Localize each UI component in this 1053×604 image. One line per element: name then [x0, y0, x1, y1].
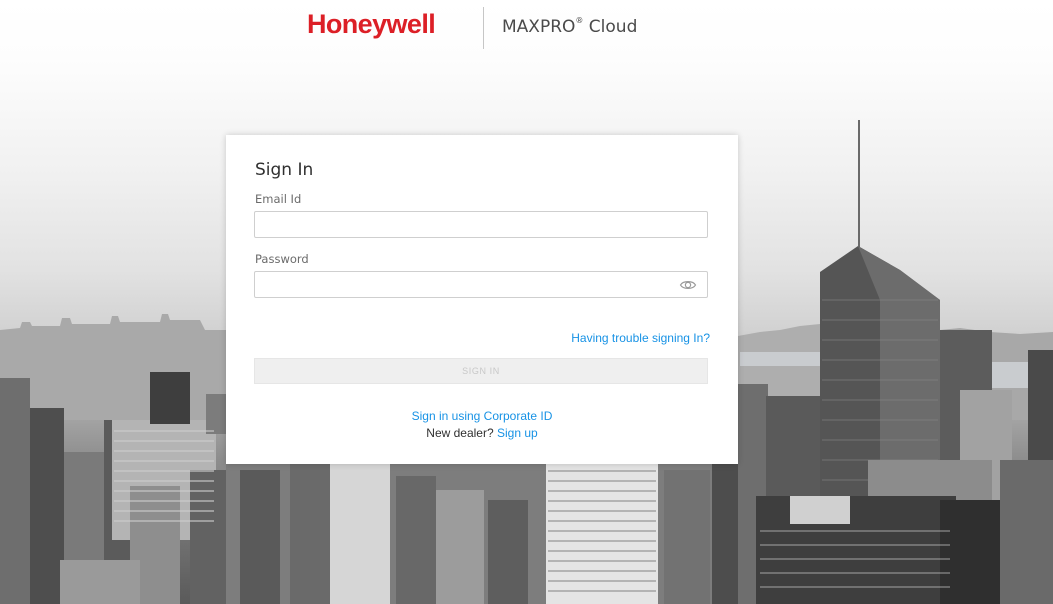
- signin-button[interactable]: SIGN IN: [254, 358, 708, 384]
- registered-mark: ®: [575, 16, 584, 25]
- product-name-suffix: Cloud: [583, 17, 638, 37]
- header-bar: Honeywell MAXPRO® Cloud: [0, 0, 1053, 60]
- password-input[interactable]: [254, 271, 708, 298]
- honeywell-logo: Honeywell: [307, 9, 436, 39]
- new-dealer-text: New dealer?: [426, 426, 497, 440]
- login-page: Honeywell MAXPRO® Cloud Sign In Email Id…: [0, 0, 1053, 604]
- product-name-text: MAXPRO: [502, 17, 576, 37]
- trouble-signing-in-link[interactable]: Having trouble signing In?: [571, 331, 710, 345]
- signin-card: Sign In Email Id Password Having trouble…: [226, 135, 738, 464]
- product-name: MAXPRO® Cloud: [502, 16, 638, 37]
- password-label: Password: [255, 252, 309, 266]
- eye-icon[interactable]: [679, 276, 697, 294]
- email-input[interactable]: [254, 211, 708, 238]
- new-dealer-line: New dealer? Sign up: [226, 426, 738, 440]
- corporate-signin-link[interactable]: Sign in using Corporate ID: [226, 409, 738, 423]
- logo-divider: [483, 7, 484, 49]
- signin-title: Sign In: [255, 160, 314, 180]
- email-label: Email Id: [255, 192, 302, 206]
- sign-up-link[interactable]: Sign up: [497, 426, 538, 440]
